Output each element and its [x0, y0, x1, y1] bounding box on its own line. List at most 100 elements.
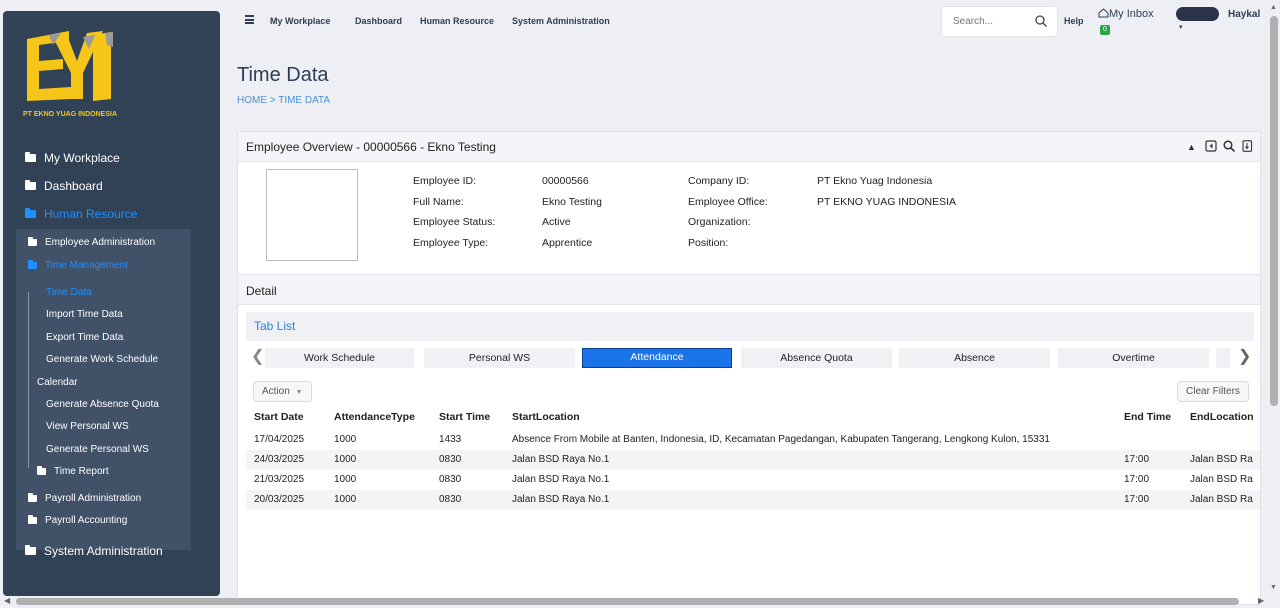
topnav-dashboard[interactable]: Dashboard: [355, 16, 402, 26]
field-label: Employee ID:: [413, 175, 477, 187]
folder-icon: [28, 493, 37, 502]
end-time-cell: 17:00: [1124, 474, 1150, 485]
column-header[interactable]: AttendanceType: [334, 411, 415, 423]
back-icon[interactable]: [1205, 140, 1217, 152]
vertical-scrollbar[interactable]: [1270, 16, 1278, 406]
avatar[interactable]: [1176, 7, 1219, 21]
folder-open-icon: [25, 208, 36, 218]
column-header[interactable]: Start Time: [439, 411, 490, 423]
search-icon[interactable]: [1223, 140, 1235, 152]
sidebar-item-calendar[interactable]: Calendar: [37, 377, 78, 388]
attendance-type-cell: 1000: [334, 434, 357, 445]
topnav-system-administration[interactable]: System Administration: [512, 16, 610, 26]
sidebar-item-generate-work-schedule[interactable]: Generate Work Schedule: [46, 354, 158, 365]
logo-text: PT EKNO YUAG INDONESIA: [23, 111, 117, 118]
column-header[interactable]: EndLocation: [1190, 411, 1260, 423]
end-location-cell: Jalan BSD Ra: [1190, 454, 1253, 465]
horizontal-scrollbar[interactable]: [16, 598, 1239, 605]
document-icon[interactable]: [1241, 140, 1253, 152]
employee-id-value: 00000566: [542, 175, 589, 187]
start-time-cell: 0830: [439, 474, 462, 485]
user-name[interactable]: Haykal: [1228, 9, 1260, 20]
sidebar-item-view-personal-ws[interactable]: View Personal WS: [46, 421, 129, 432]
scroll-down-icon[interactable]: ▼: [1270, 584, 1277, 591]
start-time-cell: 0830: [439, 494, 462, 505]
topnav-human-resource[interactable]: Human Resource: [420, 16, 494, 26]
inbox-count-badge: 0: [1100, 25, 1110, 35]
tab-work-schedule[interactable]: Work Schedule: [265, 348, 414, 368]
sidebar-item-export-time-data[interactable]: Export Time Data: [46, 332, 123, 343]
inbox-label: My Inbox: [1109, 8, 1154, 20]
scroll-right-icon[interactable]: ▶: [1258, 596, 1264, 605]
end-location-cell: Jalan BSD Ra: [1190, 474, 1253, 485]
tab-scroll-left-icon[interactable]: ❮: [251, 346, 264, 366]
sidebar-item-time-management[interactable]: Time Management: [28, 260, 128, 271]
folder-icon: [28, 237, 37, 246]
sidebar-item-label: System Administration: [44, 544, 163, 558]
folder-open-icon: [28, 260, 37, 269]
search-input[interactable]: Search...: [953, 16, 993, 27]
sidebar-item-dashboard[interactable]: Dashboard: [25, 179, 103, 193]
sidebar-item-import-time-data[interactable]: Import Time Data: [46, 309, 123, 320]
caret-down-icon: ▼: [295, 389, 303, 396]
help-link[interactable]: Help: [1064, 16, 1084, 26]
table-row[interactable]: 20/03/2025 1000 0830 Jalan BSD Raya No.1…: [246, 490, 1260, 510]
scroll-left-icon[interactable]: ◀: [4, 596, 10, 605]
chevron-down-icon[interactable]: ▾: [1179, 23, 1183, 31]
column-header[interactable]: End Time: [1124, 411, 1171, 423]
full-name-value: Ekno Testing: [542, 196, 602, 208]
sidebar-item-label: Dashboard: [44, 179, 103, 193]
start-date-cell: 24/03/2025: [254, 454, 305, 465]
tab-absence[interactable]: Absence: [899, 348, 1050, 368]
start-location-cell: Jalan BSD Raya No.1: [512, 474, 610, 485]
scroll-up-icon[interactable]: ▲: [1270, 4, 1277, 11]
table-row[interactable]: 24/03/2025 1000 0830 Jalan BSD Raya No.1…: [246, 450, 1260, 470]
attendance-type-cell: 1000: [334, 474, 357, 485]
sidebar-item-system-administration[interactable]: System Administration: [25, 544, 163, 558]
sidebar-item-generate-absence-quota[interactable]: Generate Absence Quota: [46, 399, 159, 410]
company-id-value: PT Ekno Yuag Indonesia: [817, 175, 933, 187]
tab-attendance[interactable]: Attendance: [582, 348, 732, 368]
detail-title: Detail: [246, 284, 277, 298]
employee-status-value: Active: [542, 216, 571, 228]
page-title: Time Data: [237, 64, 329, 86]
inbox-link[interactable]: My Inbox: [1098, 8, 1154, 20]
field-label: Employee Type:: [413, 237, 489, 249]
search-box[interactable]: Search...: [941, 6, 1058, 37]
sidebar-item-generate-personal-ws[interactable]: Generate Personal WS: [46, 444, 149, 455]
topnav-my-workplace[interactable]: My Workplace: [270, 16, 330, 26]
breadcrumb[interactable]: HOME > TIME DATA: [237, 95, 330, 106]
sidebar-item-time-data[interactable]: Time Data: [46, 287, 92, 298]
sidebar-item-payroll-accounting[interactable]: Payroll Accounting: [28, 515, 127, 526]
table-row[interactable]: 21/03/2025 1000 0830 Jalan BSD Raya No.1…: [246, 470, 1260, 490]
sidebar-item-my-workplace[interactable]: My Workplace: [25, 151, 120, 165]
folder-icon: [25, 545, 36, 555]
overview-header: Employee Overview - 00000566 - Ekno Test…: [238, 132, 1260, 162]
table-row[interactable]: 17/04/2025 1000 1433 Absence From Mobile…: [246, 430, 1260, 450]
end-location-cell: Jalan BSD Ra: [1190, 494, 1253, 505]
search-icon[interactable]: [1035, 15, 1047, 27]
tab-partial[interactable]: [1216, 348, 1230, 368]
tab-personal-ws[interactable]: Personal WS: [424, 348, 575, 368]
submenu-guide-line: [28, 292, 29, 468]
sidebar-item-time-report[interactable]: Time Report: [37, 466, 109, 477]
attendance-type-cell: 1000: [334, 494, 357, 505]
sidebar-item-human-resource[interactable]: Human Resource: [25, 207, 137, 221]
clear-filters-button[interactable]: Clear Filters: [1177, 381, 1249, 402]
hamburger-menu-icon[interactable]: [245, 15, 254, 24]
column-header[interactable]: StartLocation: [512, 411, 580, 423]
employee-overview-card: Employee Overview - 00000566 - Ekno Test…: [237, 131, 1261, 605]
overview-title: Employee Overview - 00000566 - Ekno Test…: [246, 140, 496, 154]
tab-list-bar: Tab List: [246, 312, 1254, 341]
sidebar-item-employee-administration[interactable]: Employee Administration: [28, 237, 155, 248]
column-header[interactable]: Start Date: [254, 411, 304, 423]
tab-overtime[interactable]: Overtime: [1058, 348, 1209, 368]
sidebar-item-label: Payroll Administration: [45, 493, 142, 504]
tab-scroll-right-icon[interactable]: ❯: [1238, 346, 1251, 366]
sidebar-item-payroll-administration[interactable]: Payroll Administration: [28, 493, 141, 504]
tab-absence-quota[interactable]: Absence Quota: [741, 348, 892, 368]
action-dropdown[interactable]: Action ▼: [253, 381, 312, 402]
employee-type-value: Apprentice: [542, 237, 593, 249]
home-icon: [1098, 8, 1109, 18]
collapse-icon[interactable]: ▲: [1187, 142, 1199, 154]
